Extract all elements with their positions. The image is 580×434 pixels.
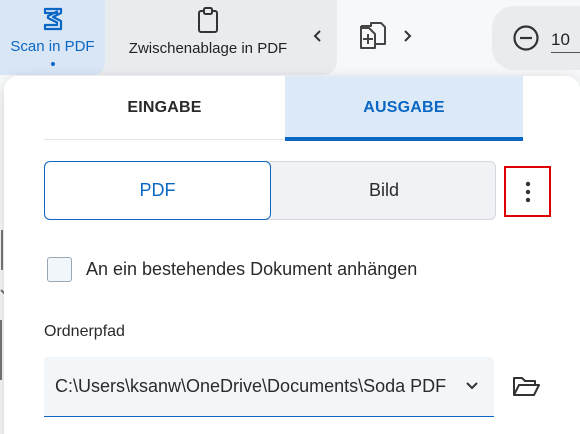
folder-path-value: C:\Users\ksanw\OneDrive\Documents\Soda P… <box>55 376 447 396</box>
append-document-label: An ein bestehendes Dokument anhängen <box>86 258 418 279</box>
tab-input[interactable]: EINGABE <box>44 76 285 140</box>
tab-output[interactable]: AUSGABE <box>285 76 523 141</box>
append-document-option: An ein bestehendes Dokument anhängen <box>47 256 417 282</box>
append-document-checkbox[interactable] <box>47 256 72 282</box>
format-pdf-option[interactable]: PDF <box>44 161 271 220</box>
scan-settings-panel: EINGABE AUSGABE PDF Bild An ein bestehen… <box>4 76 580 434</box>
folder-path-label: Ordnerpfad <box>44 323 125 340</box>
scanner-icon <box>43 7 62 31</box>
more-options-button[interactable] <box>504 166 551 217</box>
clipboard-to-pdf-button[interactable]: Zwischenablage in PDF <box>108 0 308 75</box>
folder-path-select[interactable]: C:\Users\ksanw\OneDrive\Documents\Soda P… <box>44 357 494 417</box>
chevron-left-icon[interactable] <box>310 26 326 46</box>
format-image-option[interactable]: Bild <box>271 162 497 219</box>
folder-open-icon[interactable] <box>511 374 541 400</box>
active-indicator-dot <box>50 62 55 66</box>
output-format-toggle: PDF Bild <box>44 161 496 220</box>
chevron-down-icon <box>466 382 478 390</box>
add-document-icon[interactable] <box>357 20 387 54</box>
scan-to-pdf-button[interactable]: Scan in PDF <box>0 0 105 75</box>
top-toolbar: Scan in PDF Zwischenablage in PDF 10 <box>0 0 580 80</box>
convert-button-group: Scan in PDF Zwischenablage in PDF <box>0 0 337 75</box>
zoom-out-icon[interactable] <box>512 24 540 52</box>
zoom-level-input[interactable]: 10 <box>551 30 580 53</box>
chevron-right-icon[interactable] <box>400 26 414 46</box>
clipboard-icon <box>198 7 218 33</box>
clipboard-to-pdf-label: Zwischenablage in PDF <box>128 40 288 57</box>
settings-tabs: EINGABE AUSGABE <box>44 76 523 141</box>
scan-to-pdf-label: Scan in PDF <box>10 38 95 55</box>
zoom-control: 10 <box>492 6 580 70</box>
more-vertical-icon <box>525 181 530 202</box>
